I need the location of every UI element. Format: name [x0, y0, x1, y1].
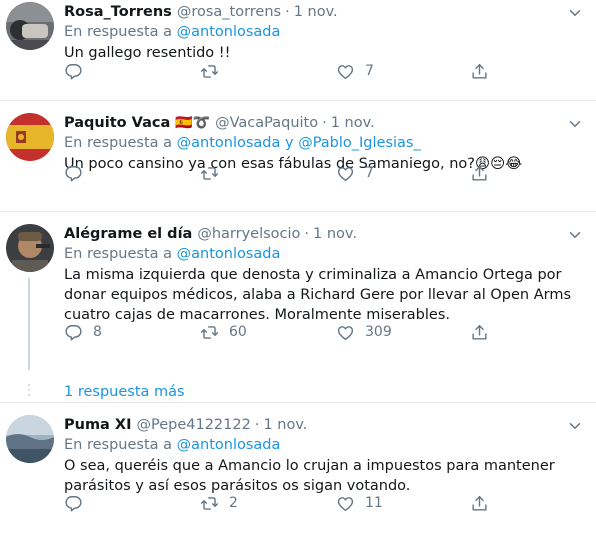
like-icon — [336, 62, 355, 81]
tweet[interactable]: Puma XI @Pepe4122122 · 1 nov. En respues… — [0, 403, 596, 537]
display-name[interactable]: Alégrame el día — [64, 224, 192, 244]
thread-dots — [26, 384, 32, 396]
retweet-button[interactable] — [200, 62, 219, 81]
reply-prefix: En respuesta a — [64, 135, 173, 151]
user-handle[interactable]: @harryelsocio — [197, 224, 300, 244]
tweet-header: Alégrame el día @harryelsocio · 1 nov. — [64, 224, 584, 244]
share-icon — [470, 62, 489, 81]
chevron-down-icon[interactable] — [566, 417, 584, 439]
like-count: 309 — [365, 324, 392, 340]
chevron-down-icon[interactable] — [566, 4, 584, 26]
reply-prefix: En respuesta a — [64, 24, 173, 40]
thread-line — [28, 278, 30, 370]
like-count: 11 — [365, 495, 383, 511]
tweet[interactable]: Paquito Vaca 🇪🇸➰ @VacaPaquito · 1 nov. E… — [0, 101, 596, 212]
timestamp[interactable]: 1 nov. — [331, 113, 375, 133]
tweet-text: O sea, queréis que a Amancio lo crujan a… — [64, 458, 555, 494]
mention-link[interactable]: @antonlosada — [177, 246, 281, 262]
mention-link[interactable]: @Pablo_Iglesias_ — [298, 135, 421, 151]
tweet-text: Un gallego resentido !! — [64, 45, 231, 61]
tweet-text: Un poco cansino ya con esas fábulas de S… — [64, 156, 523, 172]
reply-conjunction: y — [285, 135, 294, 151]
separator: · — [254, 417, 260, 433]
retweet-icon — [200, 62, 219, 81]
share-button[interactable] — [470, 494, 489, 513]
avatar[interactable] — [6, 415, 54, 463]
mention-link[interactable]: @antonlosada — [177, 437, 281, 453]
retweet-button[interactable]: 2 — [200, 494, 238, 513]
mention-link[interactable]: @antonlosada — [177, 135, 281, 151]
like-count: 7 — [365, 165, 374, 181]
name-emoji: 🇪🇸➰ — [175, 115, 211, 131]
retweet-count: 2 — [229, 495, 238, 511]
like-icon — [336, 164, 355, 183]
reply-context: En respuesta a @antonlosada — [64, 435, 584, 455]
reply-context: En respuesta a @antonlosada y @Pablo_Igl… — [64, 133, 584, 153]
user-handle[interactable]: @VacaPaquito — [215, 113, 318, 133]
tweet-text: La misma izquierda que denosta y crimina… — [64, 267, 572, 323]
like-button[interactable]: 7 — [336, 62, 374, 81]
like-count: 7 — [365, 63, 374, 79]
share-icon — [470, 494, 489, 513]
reply-button[interactable] — [64, 62, 83, 81]
tweet-header: Paquito Vaca 🇪🇸➰ @VacaPaquito · 1 nov. — [64, 113, 584, 133]
chevron-down-icon[interactable] — [566, 115, 584, 137]
reply-button[interactable]: 8 — [64, 323, 102, 342]
timestamp[interactable]: 1 nov. — [313, 224, 357, 244]
avatar[interactable] — [6, 224, 54, 272]
tweet[interactable]: Rosa_Torrens @rosa_torrens · 1 nov. En r… — [0, 0, 596, 101]
tweet-header: Puma XI @Pepe4122122 · 1 nov. — [64, 415, 584, 435]
reply-button[interactable] — [64, 494, 83, 513]
share-icon — [470, 323, 489, 342]
like-button[interactable]: 11 — [336, 494, 383, 513]
avatar[interactable] — [6, 113, 54, 161]
display-name[interactable]: Paquito Vaca — [64, 113, 170, 133]
timestamp[interactable]: 1 nov. — [263, 415, 307, 435]
show-more-replies-link[interactable]: 1 respuesta más — [64, 384, 185, 400]
like-icon — [336, 494, 355, 513]
reply-count: 8 — [93, 324, 102, 340]
retweet-icon — [200, 494, 219, 513]
reply-button[interactable] — [64, 164, 83, 183]
retweet-icon — [200, 323, 219, 342]
reply-prefix: En respuesta a — [64, 246, 173, 262]
separator: · — [285, 4, 290, 20]
reply-icon — [64, 164, 83, 183]
retweet-button[interactable]: 60 — [200, 323, 247, 342]
like-button[interactable]: 7 — [336, 164, 374, 183]
retweet-count: 60 — [229, 324, 247, 340]
reply-prefix: En respuesta a — [64, 437, 173, 453]
reply-context: En respuesta a @antonlosada — [64, 244, 584, 264]
reply-context: En respuesta a @antonlosada — [64, 22, 584, 42]
like-icon — [336, 323, 355, 342]
display-name[interactable]: Puma XI — [64, 415, 131, 435]
timestamp[interactable]: 1 nov. — [294, 2, 338, 22]
reply-icon — [64, 494, 83, 513]
retweet-icon — [200, 164, 219, 183]
like-button[interactable]: 309 — [336, 323, 392, 342]
retweet-button[interactable] — [200, 164, 219, 183]
tweet[interactable]: Alégrame el día @harryelsocio · 1 nov. E… — [0, 212, 596, 403]
share-button[interactable] — [470, 323, 489, 342]
reply-icon — [64, 323, 83, 342]
tweet-header: Rosa_Torrens @rosa_torrens · 1 nov. — [64, 2, 584, 22]
user-handle[interactable]: @rosa_torrens — [177, 2, 281, 22]
chevron-down-icon[interactable] — [566, 226, 584, 248]
separator: · — [322, 115, 327, 131]
display-name[interactable]: Rosa_Torrens — [64, 2, 172, 22]
user-handle[interactable]: @Pepe4122122 — [136, 415, 250, 435]
mention-link[interactable]: @antonlosada — [177, 24, 281, 40]
share-icon — [470, 164, 489, 183]
avatar[interactable] — [6, 2, 54, 50]
share-button[interactable] — [470, 62, 489, 81]
reply-icon — [64, 62, 83, 81]
share-button[interactable] — [470, 164, 489, 183]
separator: · — [304, 226, 310, 242]
